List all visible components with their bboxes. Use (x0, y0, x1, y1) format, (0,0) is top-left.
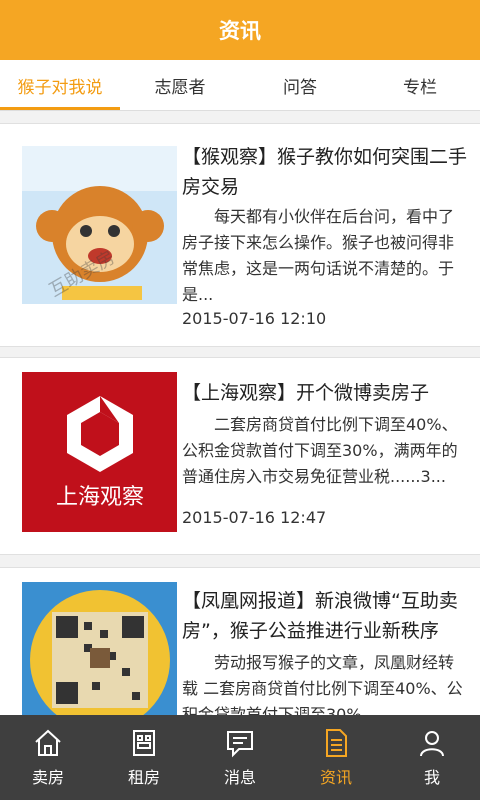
top-bar: 资讯 (0, 0, 480, 60)
svg-text:上海观察: 上海观察 (56, 485, 144, 510)
document-icon (326, 728, 347, 757)
shanghai-logo-icon: 上海观察 (22, 372, 177, 532)
message-icon (227, 730, 253, 757)
article-summary: 劳动报写猴子的文章，凤凰财经转载 二套房商贷首付比例下调至40%、公积金贷款首付… (182, 653, 463, 715)
tab-label: 猴子对我说 (17, 77, 103, 98)
article-title: 【凤凰网报道】新浪微博“互助卖房”，猴子公益推进行业新秩序 (182, 590, 458, 642)
monkey-cartoon-icon: 互助卖房 (22, 146, 177, 304)
nav-label: 消息 (223, 767, 256, 787)
article-title: 【上海观察】开个微博卖房子 (182, 382, 430, 404)
bottom-nav: 卖房 租房 消息 资讯 我 (0, 715, 480, 800)
tab-monkey-says[interactable]: 猴子对我说 (0, 60, 120, 110)
tab-volunteers[interactable]: 志愿者 (120, 60, 240, 110)
tab-label: 志愿者 (154, 77, 206, 98)
nav-label: 我 (423, 767, 440, 787)
nav-me[interactable]: 我 (384, 715, 480, 800)
article-time: 2015-07-16 12:47 (182, 508, 327, 527)
house-icon (35, 729, 61, 756)
article-card[interactable]: 上海观察 【上海观察】开个微博卖房子 二套房商贷首付比例下调至40%、公积金贷款… (0, 357, 480, 555)
article-time: 2015-07-16 12:10 (182, 309, 327, 328)
tab-qa[interactable]: 问答 (240, 60, 360, 110)
article-card[interactable]: 互助卖房 【猴观察】猴子教你如何突围二手房交易 每天都有小伙伴在后台问，看中了房… (0, 123, 480, 347)
nav-label: 卖房 (31, 767, 64, 787)
tab-bar: 猴子对我说 志愿者 问答 专栏 (0, 60, 480, 111)
tab-columns[interactable]: 专栏 (360, 60, 480, 110)
building-icon (133, 729, 155, 756)
qr-code-icon (22, 582, 177, 715)
nav-news[interactable]: 资讯 (288, 715, 384, 800)
nav-sell-house[interactable]: 卖房 (0, 715, 96, 800)
nav-messages[interactable]: 消息 (192, 715, 288, 800)
article-list[interactable]: 互助卖房 【猴观察】猴子教你如何突围二手房交易 每天都有小伙伴在后台问，看中了房… (0, 111, 480, 715)
article-summary: 二套房商贷首付比例下调至40%、公积金贷款首付下调至30%，满两年的普通住房入市… (182, 415, 458, 486)
article-summary: 每天都有小伙伴在后台问，看中了房子接下来怎么操作。猴子也被问得非常焦虑，这是一两… (182, 207, 455, 304)
nav-label: 资讯 (319, 767, 352, 787)
user-icon (420, 730, 444, 756)
article-card[interactable]: 【凤凰网报道】新浪微博“互助卖房”，猴子公益推进行业新秩序 劳动报写猴子的文章，… (0, 567, 480, 715)
nav-rent-house[interactable]: 租房 (96, 715, 192, 800)
tab-label: 专栏 (403, 77, 437, 98)
nav-label: 租房 (127, 767, 160, 787)
article-title: 【猴观察】猴子教你如何突围二手房交易 (182, 146, 468, 198)
page-title: 资讯 (219, 19, 261, 43)
tab-label: 问答 (283, 77, 317, 98)
